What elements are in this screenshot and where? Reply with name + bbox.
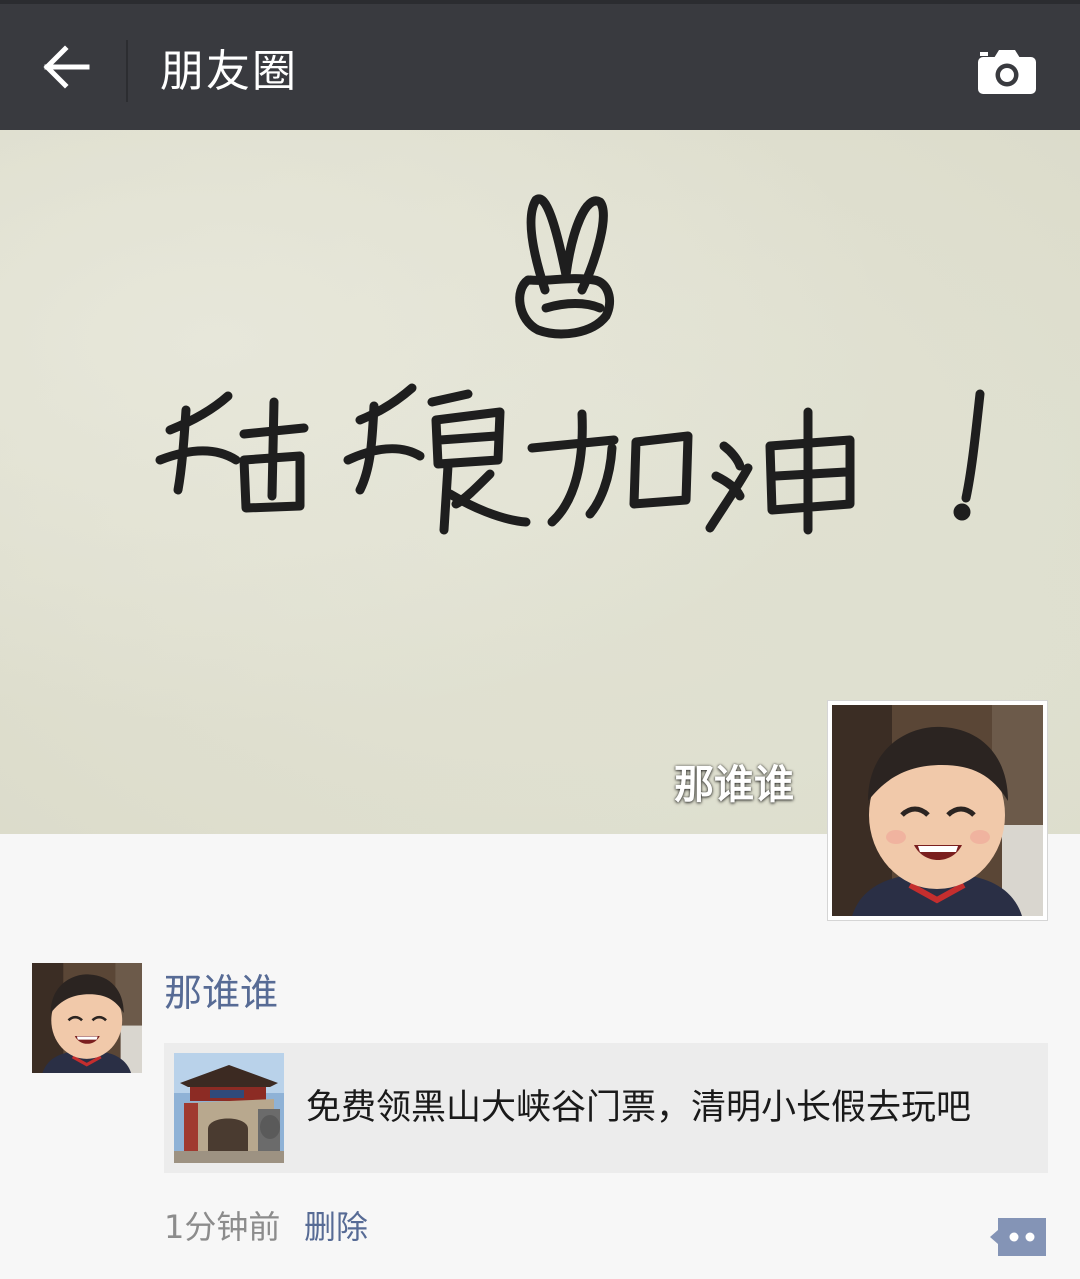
- shared-link-card[interactable]: 免费领黑山大峡谷门票，清明小长假去玩吧: [164, 1043, 1048, 1173]
- comment-icon: [990, 1218, 1046, 1256]
- temple-gate-thumbnail: [174, 1053, 284, 1163]
- camera-button[interactable]: [962, 34, 1052, 110]
- link-title: 免费领黑山大峡谷门票，清明小长假去玩吧: [306, 1088, 972, 1128]
- delete-button[interactable]: 删除: [304, 1204, 368, 1250]
- cover-user-name: 那谁谁: [674, 762, 794, 808]
- arrow-left-icon: [43, 45, 90, 89]
- post-author-avatar[interactable]: [32, 963, 142, 1073]
- camera-icon: [978, 50, 1036, 94]
- child-avatar: [32, 963, 142, 1073]
- back-button[interactable]: [22, 22, 112, 112]
- page-title: 朋友圈: [160, 46, 298, 97]
- top-bar: 朋友圈: [0, 0, 1080, 130]
- post-timestamp: 1分钟前: [164, 1208, 281, 1246]
- cover-avatar[interactable]: [827, 700, 1048, 921]
- post-author-name[interactable]: 那谁谁: [164, 966, 278, 1020]
- child-avatar: [832, 705, 1043, 916]
- link-thumbnail: [174, 1053, 284, 1163]
- comment-button[interactable]: [986, 1214, 1050, 1260]
- toolbar-divider: [126, 40, 128, 102]
